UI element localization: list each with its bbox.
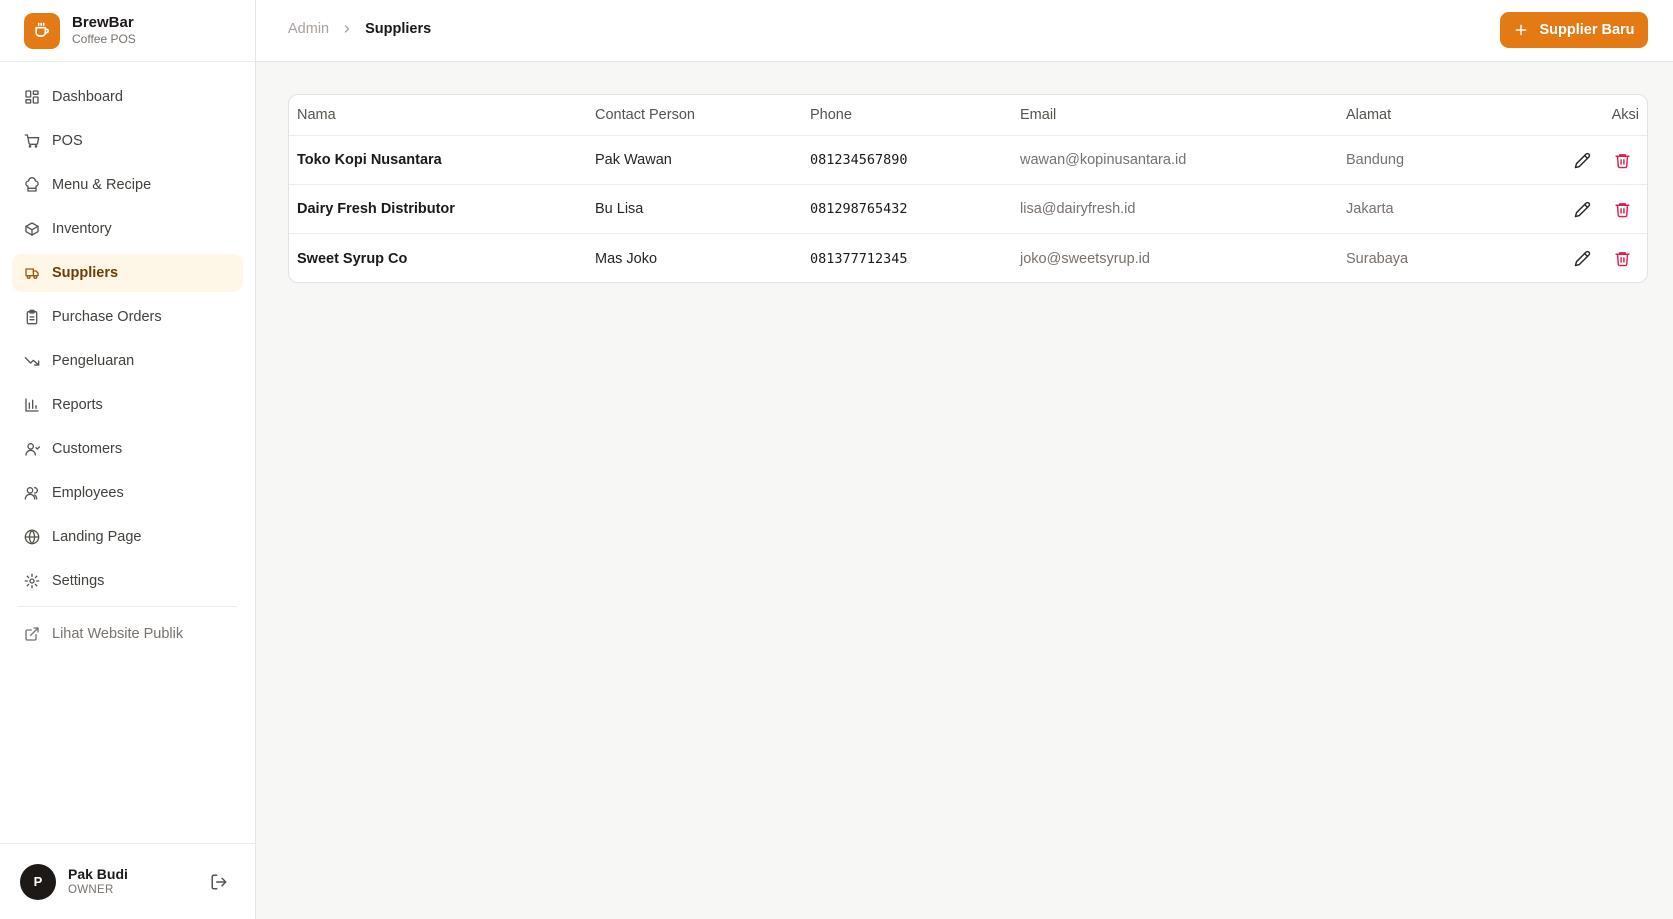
bar-chart-icon: [24, 397, 40, 413]
suppliers-table: Nama Contact Person Phone Email Alamat A…: [288, 94, 1648, 283]
column-header-alamat: Alamat: [1346, 107, 1392, 123]
brand-subtitle: Coffee POS: [72, 32, 136, 47]
trending-down-icon: [24, 353, 40, 369]
sidebar-item-label: Settings: [52, 573, 105, 589]
truck-icon: [24, 265, 40, 281]
column-header-contact: Contact Person: [595, 107, 695, 123]
supplier-contact: Bu Lisa: [595, 201, 644, 217]
table-row: Toko Kopi Nusantara Pak Wawan 0812345678…: [289, 136, 1647, 185]
add-supplier-button[interactable]: Supplier Baru: [1500, 12, 1648, 48]
user-name: Pak Budi: [68, 865, 128, 882]
sidebar-item-pengeluaran[interactable]: Pengeluaran: [12, 342, 243, 380]
brand-name: BrewBar: [72, 14, 134, 32]
avatar[interactable]: P: [20, 863, 56, 900]
dashboard-grid-icon: [24, 89, 40, 105]
sidebar-item-settings[interactable]: Settings: [12, 562, 243, 600]
chef-hat-icon: [24, 177, 40, 193]
column-header-nama: Nama: [297, 107, 336, 123]
row-actions: [1573, 151, 1631, 169]
breadcrumb: Admin Suppliers: [288, 21, 431, 37]
sidebar-item-pos[interactable]: POS: [12, 122, 243, 160]
supplier-email: joko@sweetsyrup.id: [1020, 250, 1150, 267]
sidebar-item-label: Suppliers: [52, 265, 119, 281]
sidebar-item-dashboard[interactable]: Dashboard: [12, 78, 243, 116]
globe-icon: [24, 529, 40, 545]
chevron-right-icon: [341, 23, 353, 35]
plus-icon: [1513, 22, 1529, 38]
sidebar-item-label: Dashboard: [52, 89, 123, 105]
sidebar-item-employees[interactable]: Employees: [12, 474, 243, 512]
package-icon: [24, 221, 40, 237]
delete-trash-icon[interactable]: [1613, 250, 1631, 268]
public-website-link[interactable]: Lihat Website Publik: [12, 615, 243, 653]
column-header-aksi: Aksi: [1611, 107, 1639, 123]
user-role: OWNER: [68, 884, 114, 897]
row-actions: [1573, 250, 1631, 268]
breadcrumb-admin[interactable]: Admin: [288, 21, 329, 37]
supplier-alamat: Bandung: [1346, 152, 1405, 168]
supplier-contact: Mas Joko: [595, 250, 658, 267]
sidebar-item-label: Pengeluaran: [52, 353, 135, 369]
breadcrumb-current: Suppliers: [365, 21, 432, 37]
sidebar-item-label: Landing Page: [52, 529, 142, 545]
supplier-contact: Pak Wawan: [595, 152, 672, 168]
supplier-phone: 081234567890: [810, 152, 908, 168]
nav-divider: [18, 606, 237, 607]
supplier-name: Toko Kopi Nusantara: [297, 152, 442, 168]
sidebar-item-reports[interactable]: Reports: [12, 386, 243, 424]
table-row: Dairy Fresh Distributor Bu Lisa 08129876…: [289, 185, 1647, 234]
table-row: Sweet Syrup Co Mas Joko 081377712345 jok…: [289, 234, 1647, 282]
gear-icon: [24, 573, 40, 589]
add-supplier-label: Supplier Baru: [1539, 22, 1635, 38]
supplier-name: Sweet Syrup Co: [297, 250, 408, 267]
public-website-label: Lihat Website Publik: [52, 626, 184, 642]
clipboard-icon: [24, 309, 40, 325]
supplier-name: Dairy Fresh Distributor: [297, 201, 455, 217]
sidebar-item-inventory[interactable]: Inventory: [12, 210, 243, 248]
supplier-phone: 081298765432: [810, 201, 908, 217]
user-icon: [24, 441, 40, 457]
supplier-email: wawan@kopinusantara.id: [1020, 152, 1187, 168]
delete-trash-icon[interactable]: [1613, 151, 1631, 169]
table-header: Nama Contact Person Phone Email Alamat A…: [289, 95, 1647, 136]
sidebar-nav: Dashboard POS Menu & Recipe Inventory Su…: [0, 62, 255, 653]
sidebar-item-label: POS: [52, 133, 83, 149]
edit-pencil-icon[interactable]: [1573, 250, 1591, 268]
sidebar-item-purchase-orders[interactable]: Purchase Orders: [12, 298, 243, 336]
sidebar-item-landing-page[interactable]: Landing Page: [12, 518, 243, 556]
sidebar-item-label: Reports: [52, 397, 103, 413]
logout-icon[interactable]: [210, 873, 228, 891]
sidebar-item-menu-recipe[interactable]: Menu & Recipe: [12, 166, 243, 204]
sidebar-item-label: Employees: [52, 485, 124, 501]
sidebar-item-suppliers[interactable]: Suppliers: [12, 254, 243, 292]
column-header-email: Email: [1020, 107, 1057, 123]
supplier-email: lisa@dairyfresh.id: [1020, 201, 1136, 217]
sidebar-item-label: Purchase Orders: [52, 309, 162, 325]
row-actions: [1573, 200, 1631, 218]
delete-trash-icon[interactable]: [1613, 200, 1631, 218]
brand[interactable]: BrewBar Coffee POS: [0, 0, 255, 62]
supplier-alamat: Surabaya: [1346, 250, 1409, 267]
edit-pencil-icon[interactable]: [1573, 200, 1591, 218]
sidebar: BrewBar Coffee POS Dashboard POS Menu & …: [0, 0, 256, 919]
coffee-cup-icon: [24, 12, 60, 49]
top-header: Admin Suppliers Supplier Baru: [256, 0, 1673, 62]
sidebar-item-customers[interactable]: Customers: [12, 430, 243, 468]
external-link-icon: [24, 626, 40, 642]
sidebar-item-label: Inventory: [52, 221, 112, 237]
sidebar-item-label: Menu & Recipe: [52, 177, 152, 193]
supplier-phone: 081377712345: [810, 250, 908, 267]
user-profile: P Pak Budi OWNER: [0, 843, 255, 919]
column-header-phone: Phone: [810, 107, 852, 123]
edit-pencil-icon[interactable]: [1573, 151, 1591, 169]
cart-icon: [24, 133, 40, 149]
supplier-alamat: Jakarta: [1346, 201, 1394, 217]
users-icon: [24, 485, 40, 501]
sidebar-item-label: Customers: [52, 441, 123, 457]
